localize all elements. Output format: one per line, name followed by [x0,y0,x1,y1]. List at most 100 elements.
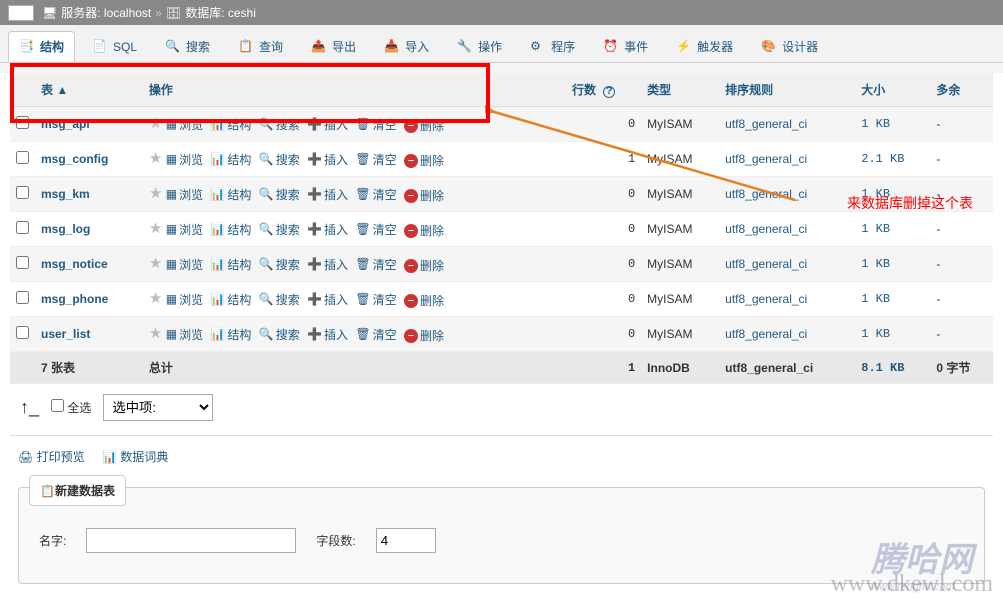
tab-events[interactable]: ⏰事件 [592,31,659,62]
drop-link[interactable]: –删除 [404,292,444,309]
search-link[interactable]: 🔍搜索 [259,186,300,203]
tab-triggers[interactable]: ⚡触发器 [665,31,744,62]
insert-link[interactable]: ➕插入 [307,221,348,238]
data-dictionary-link[interactable]: 📊 数据词典 [102,450,168,464]
browse-link[interactable]: ▦浏览 [166,291,203,308]
browse-link[interactable]: ▦浏览 [166,116,203,133]
search-link[interactable]: 🔍搜索 [259,291,300,308]
new-table-button[interactable]: 📋新建数据表 [29,475,126,506]
empty-link[interactable]: 🗑清空 [355,291,396,308]
empty-link[interactable]: 🗑清空 [355,256,396,273]
table-name-link[interactable]: user_list [41,327,90,341]
table-name-link[interactable]: msg_log [41,222,90,236]
breadcrumb-database[interactable]: 数据库: ceshi [185,4,256,21]
new-table-cols-input[interactable] [376,528,436,553]
row-checkbox[interactable] [16,256,29,269]
tab-search[interactable]: 🔍搜索 [154,31,221,62]
search-link[interactable]: 🔍搜索 [259,116,300,133]
browse-link[interactable]: ▦浏览 [166,256,203,273]
col-size[interactable]: 大小 [855,73,930,107]
star-icon[interactable]: ★ [149,255,162,272]
empty-link[interactable]: 🗑清空 [355,186,396,203]
structure-link[interactable]: 📊结构 [210,116,251,133]
insert-link[interactable]: ➕插入 [307,291,348,308]
tab-designer[interactable]: 🎨设计器 [750,31,829,62]
tab-operations[interactable]: 🔧操作 [446,31,513,62]
structure-link[interactable]: 📊结构 [210,151,251,168]
search-link[interactable]: 🔍搜索 [259,151,300,168]
row-size: 1 KB [855,212,930,247]
empty-link[interactable]: 🗑清空 [355,151,396,168]
browse-link[interactable]: ▦浏览 [166,186,203,203]
help-icon[interactable]: ? [603,86,615,98]
browse-link[interactable]: ▦浏览 [166,326,203,343]
table-name-link[interactable]: msg_config [41,152,108,166]
insert-link[interactable]: ➕插入 [307,326,348,343]
row-checkbox[interactable] [16,151,29,164]
table-name-link[interactable]: msg_km [41,187,90,201]
insert-link[interactable]: ➕插入 [307,186,348,203]
col-table[interactable]: 表 ▲ [35,73,143,107]
star-icon[interactable]: ★ [149,325,162,342]
tab-export[interactable]: 📤导出 [300,31,367,62]
sql-icon: 📄 [92,39,108,55]
browse-link[interactable]: ▦浏览 [166,151,203,168]
browse-icon: ▦ [166,327,177,341]
tab-procedures[interactable]: ⚙程序 [519,31,586,62]
drop-link[interactable]: –删除 [404,257,444,274]
back-button[interactable]: ← [8,5,34,21]
browse-link[interactable]: ▦浏览 [166,221,203,238]
star-icon[interactable]: ★ [149,115,162,132]
empty-link[interactable]: 🗑清空 [355,221,396,238]
star-icon[interactable]: ★ [149,150,162,167]
drop-icon: – [404,259,418,273]
insert-link[interactable]: ➕插入 [307,116,348,133]
insert-link[interactable]: ➕插入 [307,256,348,273]
col-collation[interactable]: 排序规则 [719,73,855,107]
drop-link[interactable]: –删除 [404,222,444,239]
col-rows[interactable]: 行数 ? [566,73,641,107]
drop-link[interactable]: –删除 [404,187,444,204]
check-all-box[interactable] [51,399,64,412]
check-all[interactable]: 全选 [51,399,91,416]
tab-import[interactable]: 📥导入 [373,31,440,62]
search-link[interactable]: 🔍搜索 [259,256,300,273]
search-link[interactable]: 🔍搜索 [259,221,300,238]
star-icon[interactable]: ★ [149,185,162,202]
col-overhead[interactable]: 多余 [930,73,993,107]
footer-controls: ↑_ 全选 选中项: [10,384,993,431]
tab-structure[interactable]: 📑结构 [8,31,75,62]
structure-link[interactable]: 📊结构 [210,256,251,273]
server-icon: 🖥 [42,6,57,20]
structure-link[interactable]: 📊结构 [210,291,251,308]
empty-link[interactable]: 🗑清空 [355,116,396,133]
row-checkbox[interactable] [16,186,29,199]
table-name-link[interactable]: msg_phone [41,292,108,306]
star-icon[interactable]: ★ [149,290,162,307]
structure-link[interactable]: 📊结构 [210,186,251,203]
new-table-name-input[interactable] [86,528,296,553]
with-selected-dropdown[interactable]: 选中项: [103,394,213,421]
drop-link[interactable]: –删除 [404,152,444,169]
drop-link[interactable]: –删除 [404,327,444,344]
tab-sql[interactable]: 📄SQL [81,31,148,62]
row-checkbox[interactable] [16,116,29,129]
browse-icon: ▦ [166,222,177,236]
table-name-link[interactable]: msg_notice [41,257,108,271]
star-icon[interactable]: ★ [149,220,162,237]
table-name-link[interactable]: msg_api [41,117,90,131]
structure-link[interactable]: 📊结构 [210,326,251,343]
search-icon: 🔍 [259,152,274,166]
structure-link[interactable]: 📊结构 [210,221,251,238]
row-checkbox[interactable] [16,326,29,339]
empty-link[interactable]: 🗑清空 [355,326,396,343]
drop-link[interactable]: –删除 [404,117,444,134]
breadcrumb-server[interactable]: 服务器: localhost [61,4,151,21]
row-checkbox[interactable] [16,221,29,234]
col-type[interactable]: 类型 [641,73,719,107]
search-link[interactable]: 🔍搜索 [259,326,300,343]
print-preview-link[interactable]: 🖨 打印预览 [18,450,85,464]
row-checkbox[interactable] [16,291,29,304]
tab-query[interactable]: 📋查询 [227,31,294,62]
insert-link[interactable]: ➕插入 [307,151,348,168]
